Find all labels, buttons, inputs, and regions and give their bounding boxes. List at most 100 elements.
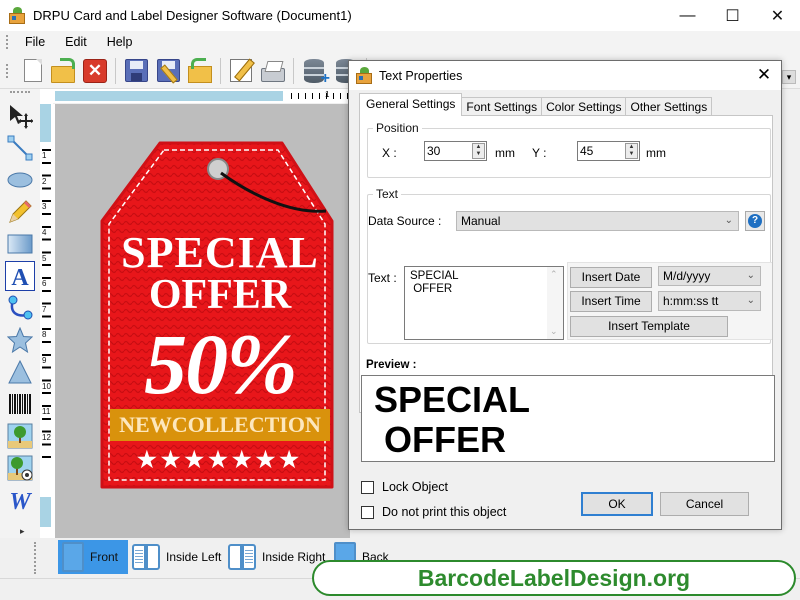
save-button[interactable] bbox=[121, 56, 151, 86]
line-icon bbox=[7, 135, 33, 161]
scroll-down-icon[interactable]: ⌄ bbox=[550, 326, 558, 337]
cancel-button[interactable]: Cancel bbox=[660, 492, 749, 516]
ruler-number: 8 bbox=[42, 330, 47, 339]
label-band-text[interactable]: NEWCOLLECTION bbox=[100, 412, 340, 438]
date-format-select[interactable]: M/d/yyyy ⌄ bbox=[658, 266, 761, 286]
x-spin-arrows[interactable]: ▲ ▼ bbox=[472, 143, 485, 159]
open-folder-icon bbox=[51, 57, 75, 83]
line-tool[interactable] bbox=[5, 133, 35, 163]
time-format-value: h:mm:ss tt bbox=[663, 294, 719, 308]
tab-general-settings[interactable]: General Settings bbox=[359, 93, 463, 116]
chevron-down-icon: ⌄ bbox=[724, 215, 733, 226]
print-button[interactable] bbox=[258, 56, 288, 86]
menu-file[interactable]: File bbox=[15, 35, 55, 49]
app-icon bbox=[8, 6, 26, 25]
database-add-icon: + bbox=[304, 58, 330, 86]
arc-icon bbox=[8, 295, 33, 320]
palette-expand-icon[interactable]: ▸ bbox=[20, 526, 25, 537]
title-bar: DRPU Card and Label Designer Software (D… bbox=[0, 0, 800, 31]
x-spinner[interactable]: ▲▼ bbox=[424, 141, 487, 161]
x-input[interactable] bbox=[425, 142, 471, 160]
text-label: Text : bbox=[368, 271, 397, 285]
page-tab-inside-left[interactable]: Inside Left bbox=[130, 540, 227, 574]
ruler-ticks bbox=[42, 144, 51, 464]
pencil-tool[interactable] bbox=[5, 197, 35, 227]
text-tool[interactable]: A bbox=[5, 261, 35, 291]
label-line2-text[interactable]: OFFER bbox=[100, 271, 340, 319]
image-library-tool[interactable] bbox=[5, 453, 35, 483]
label-tag[interactable]: SPECIAL OFFER 50% NEWCOLLECTION ★★★★★★★ bbox=[100, 139, 340, 494]
picture-tool[interactable] bbox=[5, 421, 35, 451]
tab-font-settings[interactable]: Font Settings bbox=[461, 97, 543, 116]
scroll-up-icon[interactable]: ⌃ bbox=[550, 269, 558, 280]
spin-up-icon[interactable]: ▲ bbox=[473, 144, 484, 151]
label-discount-text[interactable]: 50% bbox=[100, 314, 340, 414]
insert-template-button[interactable]: Insert Template bbox=[570, 316, 728, 337]
spin-up-icon[interactable]: ▲ bbox=[626, 144, 637, 151]
do-not-print-row[interactable]: Do not print this object bbox=[361, 505, 506, 519]
svg-text:A: A bbox=[11, 265, 29, 289]
close-document-button[interactable]: ✕ bbox=[80, 56, 110, 86]
time-format-select[interactable]: h:mm:ss tt ⌄ bbox=[658, 291, 761, 311]
lock-object-checkbox[interactable] bbox=[361, 480, 374, 494]
ruler-number: 1 bbox=[42, 151, 47, 160]
dialog-close-button[interactable]: ✕ bbox=[753, 64, 775, 86]
spin-down-icon[interactable]: ▼ bbox=[626, 151, 637, 158]
close-window-button[interactable]: ✕ bbox=[755, 0, 800, 31]
word-art-tool[interactable]: W bbox=[5, 485, 35, 515]
y-input[interactable] bbox=[578, 142, 624, 160]
export-button[interactable] bbox=[185, 56, 215, 86]
text-input-box[interactable]: ⌃⌄ bbox=[404, 266, 564, 340]
star-tool[interactable] bbox=[5, 325, 35, 355]
minimize-button[interactable]: — bbox=[665, 0, 710, 31]
new-document-button[interactable] bbox=[16, 56, 46, 86]
ruler-ticks bbox=[288, 93, 350, 99]
dialog-title-bar[interactable]: Text Properties ✕ bbox=[349, 61, 781, 90]
menu-edit[interactable]: Edit bbox=[55, 35, 97, 49]
page-tab-front[interactable]: Front bbox=[58, 540, 128, 574]
rectangle-tool[interactable] bbox=[5, 229, 35, 259]
design-canvas[interactable]: SPECIAL OFFER 50% NEWCOLLECTION ★★★★★★★ bbox=[53, 104, 350, 538]
save-as-button[interactable] bbox=[153, 56, 183, 86]
lock-object-label[interactable]: Lock Object bbox=[382, 480, 448, 494]
ruler-margin bbox=[55, 91, 283, 101]
inside-right-page-icon bbox=[228, 542, 258, 572]
maximize-button[interactable]: ☐ bbox=[710, 0, 755, 31]
ellipse-tool[interactable] bbox=[5, 165, 35, 195]
text-properties-dialog: Text Properties ✕ General Settings Font … bbox=[348, 60, 782, 530]
inside-left-page-icon bbox=[132, 542, 162, 572]
y-unit: mm bbox=[646, 146, 666, 160]
do-not-print-checkbox[interactable] bbox=[361, 505, 374, 519]
lock-object-row[interactable]: Lock Object bbox=[361, 480, 448, 494]
y-spinner[interactable]: ▲▼ bbox=[577, 141, 640, 161]
ruler-number: 10 bbox=[42, 382, 51, 391]
date-format-value: M/d/yyyy bbox=[663, 269, 711, 283]
arc-tool[interactable] bbox=[5, 293, 35, 323]
select-move-tool[interactable] bbox=[5, 101, 35, 131]
triangle-tool[interactable] bbox=[5, 357, 35, 387]
data-source-select[interactable]: Manual ⌄ bbox=[456, 211, 739, 231]
toolbar-overflow[interactable]: ▾ bbox=[782, 70, 800, 90]
insert-time-button[interactable]: Insert Time bbox=[570, 291, 652, 312]
menu-help[interactable]: Help bbox=[97, 35, 143, 49]
watermark-badge: BarcodeLabelDesign.org bbox=[312, 560, 796, 596]
spin-down-icon[interactable]: ▼ bbox=[473, 151, 484, 158]
text-input[interactable] bbox=[405, 267, 547, 339]
edit-properties-button[interactable] bbox=[226, 56, 256, 86]
open-button[interactable] bbox=[48, 56, 78, 86]
tab-color-settings[interactable]: Color Settings bbox=[541, 97, 627, 116]
star-icon bbox=[7, 327, 33, 353]
ok-button[interactable]: OK bbox=[581, 492, 653, 516]
insert-date-button[interactable]: Insert Date bbox=[570, 267, 652, 288]
text-scrollbar[interactable]: ⌃ ⌄ bbox=[547, 267, 563, 339]
do-not-print-label[interactable]: Do not print this object bbox=[382, 505, 506, 519]
page-tab-label: Inside Right bbox=[262, 550, 326, 564]
tab-other-settings[interactable]: Other Settings bbox=[625, 97, 713, 116]
toolbar-separator bbox=[220, 57, 221, 84]
help-button[interactable]: ? bbox=[745, 211, 765, 231]
barcode-tool[interactable] bbox=[5, 389, 35, 419]
y-spin-arrows[interactable]: ▲ ▼ bbox=[625, 143, 638, 159]
preview-box: SPECIAL OFFER bbox=[361, 375, 775, 462]
preview-label: Preview : bbox=[366, 359, 417, 371]
add-database-button[interactable]: + bbox=[299, 56, 330, 86]
